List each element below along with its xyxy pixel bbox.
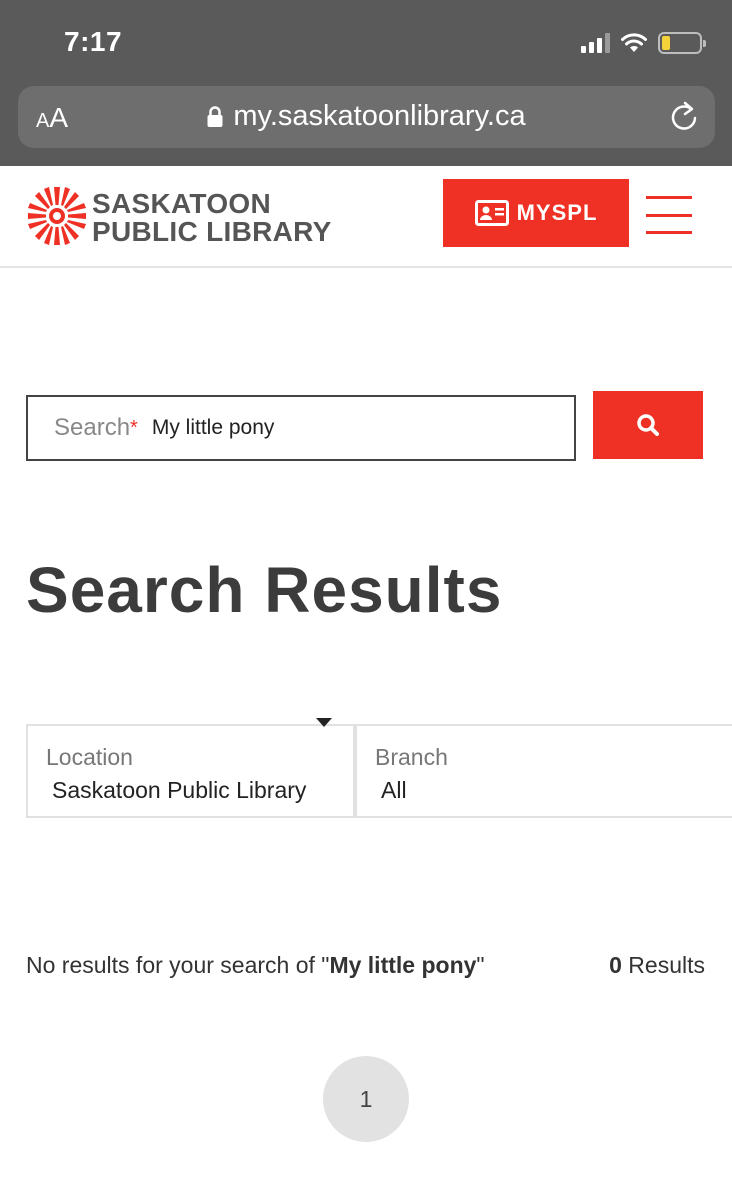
id-card-icon — [474, 200, 509, 226]
reload-icon[interactable] — [669, 101, 699, 133]
branch-select[interactable]: Branch All — [355, 724, 732, 818]
location-select[interactable]: Location Saskatoon Public Library — [26, 724, 355, 818]
address-bar[interactable]: AA my.saskatoonlibrary.ca — [18, 86, 715, 148]
logo-line-2: PUBLIC LIBRARY — [92, 216, 332, 247]
hamburger-menu-icon[interactable] — [646, 196, 692, 234]
search-icon — [637, 414, 659, 436]
library-logo-text[interactable]: SASKATOON PUBLIC LIBRARY — [92, 190, 332, 246]
logo-line-1: SASKATOON — [92, 188, 272, 219]
url-display[interactable]: my.saskatoonlibrary.ca — [18, 100, 715, 133]
required-marker: * — [130, 416, 138, 439]
pagination-page-1[interactable]: 1 — [323, 1056, 409, 1142]
site-header: SASKATOON PUBLIC LIBRARY MYSPL — [0, 166, 732, 268]
location-label: Location — [46, 744, 133, 770]
library-logo-icon[interactable] — [26, 185, 88, 247]
status-time: 7:17 — [64, 26, 123, 57]
query-text: My little pony — [329, 952, 477, 978]
search-value[interactable]: My little pony — [152, 416, 275, 440]
branch-label: Branch — [375, 744, 448, 770]
status-icons — [581, 30, 706, 56]
search-label: Search — [54, 414, 131, 441]
location-value: Saskatoon Public Library — [52, 777, 307, 803]
no-results-message: No results for your search of "My little… — [26, 952, 485, 978]
lock-icon — [207, 106, 223, 128]
wifi-icon — [621, 33, 647, 52]
chevron-down-icon[interactable] — [316, 718, 332, 727]
search-button[interactable] — [593, 391, 703, 459]
branch-value: All — [381, 777, 407, 803]
search-input[interactable]: Search * My little pony — [26, 395, 576, 461]
results-count-number: 0 — [609, 952, 622, 978]
battery-icon — [658, 32, 706, 54]
myspl-account-button[interactable]: MYSPL — [443, 179, 629, 247]
page-title: Search Results — [26, 554, 503, 626]
url-text: my.saskatoonlibrary.ca — [233, 100, 526, 132]
results-count-label: Results — [628, 952, 705, 978]
myspl-label: MYSPL — [516, 200, 598, 225]
results-count: 0 Results — [609, 952, 705, 979]
browser-chrome: 7:17 AA my.saskatoonlibrary.ca — [0, 0, 732, 166]
cellular-signal-icon — [581, 33, 610, 53]
